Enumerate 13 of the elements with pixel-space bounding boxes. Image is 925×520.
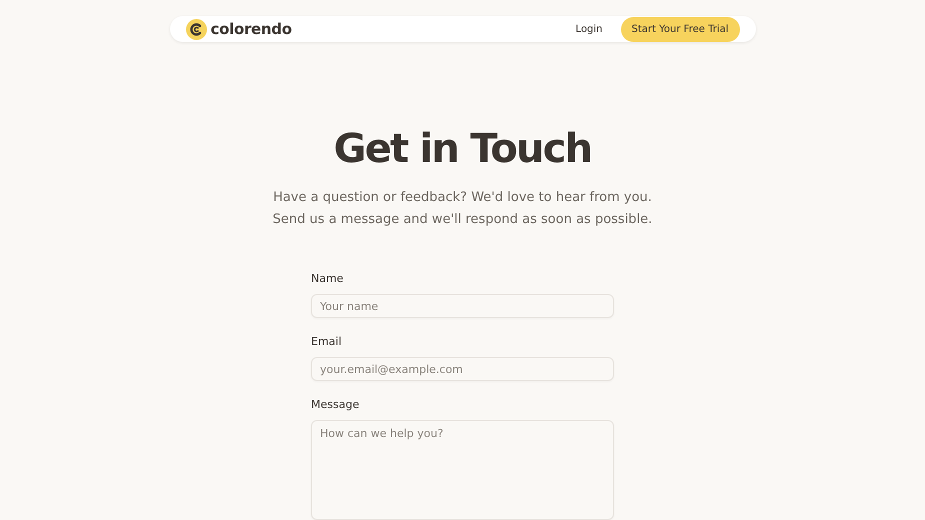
email-field[interactable]: your.email@example.com: [311, 357, 614, 381]
page-title: Get in Touch: [334, 125, 592, 173]
logo-icon: [186, 18, 206, 40]
field-label: Email: [311, 334, 343, 349]
login-link[interactable]: Login: [576, 24, 603, 34]
free-trial-button[interactable]: Start Your Free Trial: [620, 16, 740, 42]
intro-text: Send us a message and we'll respond as soon as possible.: [272, 211, 652, 229]
name-field[interactable]: Your name: [311, 294, 614, 318]
intro-text: Have a question or feedback? We'd love to hear from you.: [272, 189, 652, 207]
logo-text[interactable]: colorendo: [210, 20, 292, 38]
field-label: Name: [311, 271, 344, 286]
message-field[interactable]: How can we help you?: [311, 420, 614, 520]
field-label: Message: [311, 397, 360, 412]
